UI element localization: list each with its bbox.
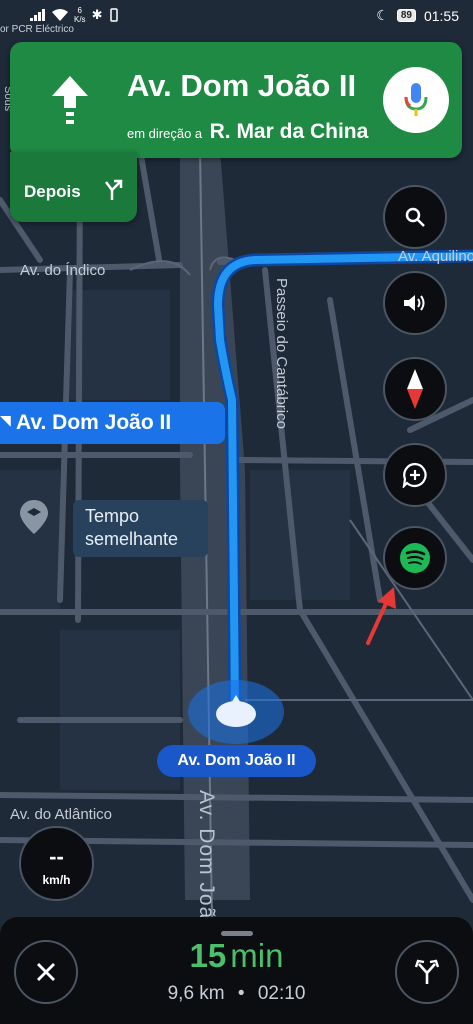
- drag-handle[interactable]: [221, 931, 253, 936]
- speed-value: --: [49, 844, 64, 869]
- turn-marker-icon: ◥: [0, 412, 11, 428]
- search-icon: [405, 207, 425, 227]
- status-bar: or PCR Eléctrico 6 K/s ✱ ☾ 89 01:55: [0, 0, 473, 35]
- street-name-callout: ◥ Av. Dom João II: [0, 402, 225, 444]
- trip-separator: •: [237, 983, 245, 1004]
- map-label-cantabrico: Passeio do Cantábrico: [273, 278, 290, 429]
- wifi-icon: [52, 9, 68, 21]
- signal-icon: [30, 9, 45, 21]
- spotify-button[interactable]: [383, 526, 447, 590]
- trip-distance: 9,6 km: [167, 983, 225, 1004]
- toward-line: em direção a R. Mar da China: [127, 120, 368, 144]
- alternate-routes-icon: [414, 959, 440, 984]
- voice-search-button[interactable]: [383, 67, 449, 133]
- net-speed-unit: K/s: [74, 15, 86, 24]
- add-report-button[interactable]: [383, 443, 447, 507]
- speedometer[interactable]: -- km/h: [19, 826, 94, 901]
- speaker-icon: [404, 295, 425, 311]
- sound-button[interactable]: [383, 271, 447, 335]
- then-label: Depois: [24, 182, 81, 201]
- navigation-header[interactable]: Av. Dom João II em direção a R. Mar da C…: [10, 42, 462, 158]
- alternate-route-time-bubble[interactable]: Tempo semelhante: [73, 500, 208, 557]
- map-label-indico: Av. do Índico: [20, 262, 106, 279]
- annotation-arrow-icon: [366, 587, 396, 645]
- trip-bottom-sheet[interactable]: 15 min 9,6 km • 02:10: [0, 917, 473, 1024]
- mic-icon: [404, 83, 428, 116]
- speed-unit: km/h: [42, 873, 71, 887]
- status-right: ☾ 89 01:55: [376, 7, 459, 24]
- compass-icon: [407, 369, 423, 409]
- fork-right-icon: [105, 179, 123, 200]
- eta-minutes-unit: min: [230, 937, 284, 974]
- battery-indicator: 89: [396, 9, 416, 22]
- time-bubble-line-1: Tempo: [85, 506, 140, 526]
- carrier-label: or PCR Eléctrico: [0, 24, 74, 35]
- toward-street: R. Mar da China: [209, 120, 369, 143]
- then-instruction[interactable]: Depois: [10, 152, 137, 222]
- search-button[interactable]: [383, 185, 447, 249]
- map-label-aquilino: Av. Aquilino: [398, 248, 473, 265]
- alternate-routes-button[interactable]: [395, 940, 459, 1004]
- map-label-atlantico: Av. do Atlântico: [10, 806, 113, 823]
- arrival-time: 02:10: [257, 983, 306, 1004]
- next-street: Av. Dom João II: [127, 68, 357, 103]
- straight-arrow-icon: [52, 76, 88, 124]
- toward-prefix: em direção a: [127, 126, 203, 141]
- vibrate-icon: [110, 8, 119, 22]
- eta-minutes-value: 15: [189, 937, 227, 974]
- add-report-icon: [402, 462, 427, 488]
- current-street-label: Av. Dom João II: [157, 745, 316, 777]
- compass-button[interactable]: [383, 357, 447, 421]
- map-label-dom-joao-road: Av. Dom João: [195, 790, 218, 932]
- net-speed-value: 6: [77, 6, 82, 15]
- status-indicators: 6 K/s ✱: [30, 6, 120, 24]
- clock: 01:55: [423, 7, 459, 24]
- moon-icon: ☾: [376, 7, 389, 23]
- spotify-icon: [400, 543, 430, 573]
- bluetooth-icon: ✱: [91, 7, 103, 22]
- time-bubble-line-2: semelhante: [85, 529, 179, 549]
- callout-street: Av. Dom João II: [16, 411, 172, 434]
- net-speed: 6 K/s: [74, 6, 86, 24]
